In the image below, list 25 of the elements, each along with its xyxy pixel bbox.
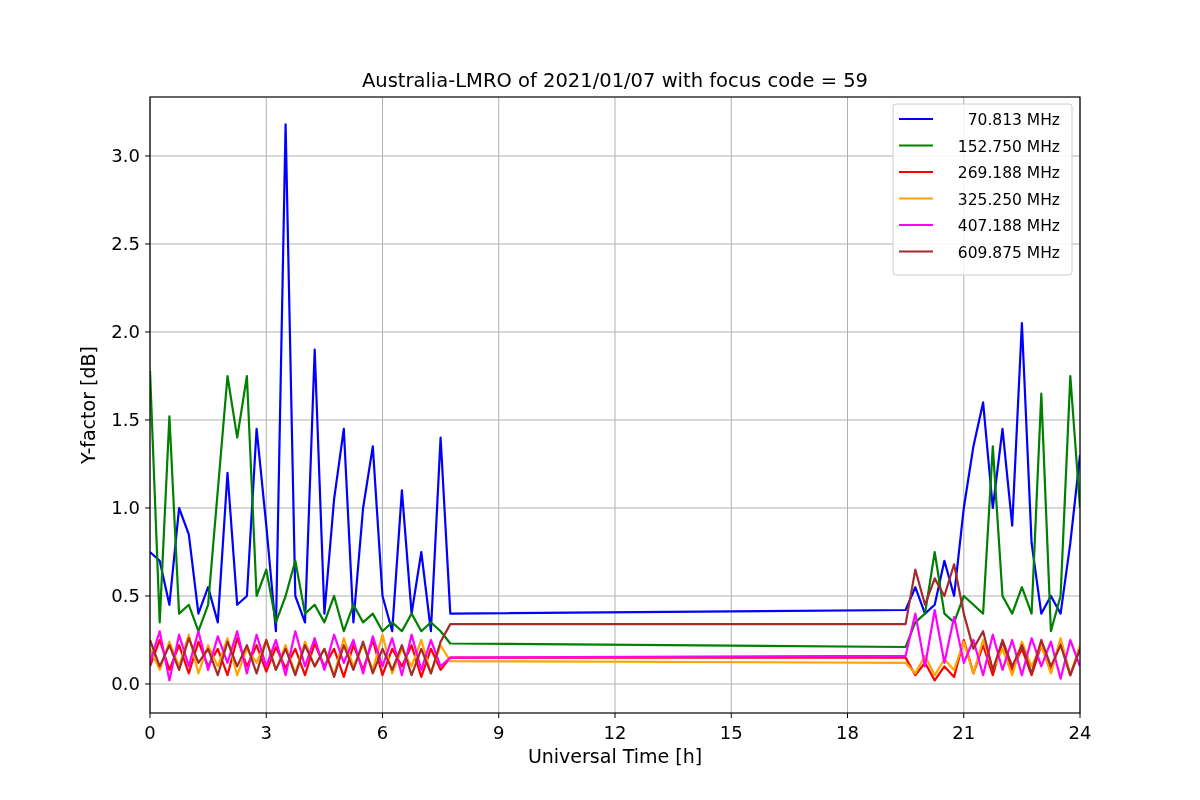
tick-label: 6 xyxy=(376,722,389,743)
tick-label: 18 xyxy=(836,722,859,743)
tick-label: 9 xyxy=(493,722,505,743)
tick-label: 1.0 xyxy=(111,496,140,518)
axis-label: Y-factor [dB] xyxy=(77,346,99,464)
tick-label: 12 xyxy=(603,722,627,743)
tick-label: 0.5 xyxy=(111,584,140,606)
legend-label: 70.813 MHz xyxy=(967,111,1060,129)
legend-label: 407.188 MHz xyxy=(957,217,1060,235)
tick-label: 2.0 xyxy=(111,320,140,342)
tick-label: 3 xyxy=(260,722,272,743)
legend-label: 325.250 MHz xyxy=(957,190,1060,209)
legend-label: 152.750 MHz xyxy=(957,137,1060,156)
tick-label: 21 xyxy=(952,722,976,743)
chart-title: Australia-LMRO of 2021/01/07 with focus code = 59 xyxy=(362,69,868,92)
tick-label: 0.0 xyxy=(111,672,140,694)
legend-label: 609.875 MHz xyxy=(957,243,1060,262)
tick-label: 24 xyxy=(1068,722,1092,743)
tick-label: 0 xyxy=(144,722,156,743)
tick-label: 15 xyxy=(719,722,743,743)
tick-label: 2.5 xyxy=(111,232,140,254)
axis-label: Universal Time [h] xyxy=(527,745,703,767)
legend-label: 269.188 MHz xyxy=(957,164,1060,182)
tick-label: 3.0 xyxy=(111,144,140,166)
tick-label: 1.5 xyxy=(111,408,140,430)
